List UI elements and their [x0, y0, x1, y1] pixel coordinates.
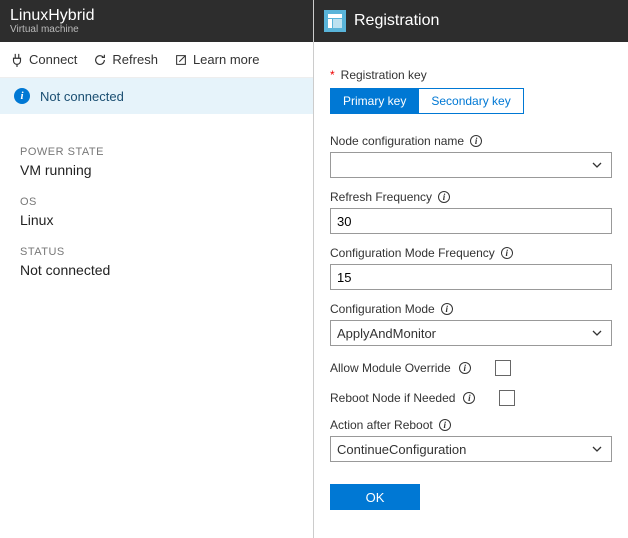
- action-after-reboot-value: ContinueConfiguration: [337, 442, 466, 457]
- os-value: Linux: [20, 212, 293, 228]
- vm-blade-header: LinuxHybrid Virtual machine: [0, 0, 313, 42]
- info-icon[interactable]: i: [470, 135, 482, 147]
- allow-override-checkbox[interactable]: [495, 360, 511, 376]
- refresh-label: Refresh: [112, 52, 158, 67]
- learn-more-label: Learn more: [193, 52, 259, 67]
- required-marker: *: [330, 68, 335, 82]
- action-after-reboot-label: Action after Reboot i: [330, 418, 612, 432]
- action-after-reboot-select[interactable]: ContinueConfiguration: [330, 436, 612, 462]
- vm-title: LinuxHybrid: [10, 7, 94, 25]
- reboot-label: Reboot Node if Needed: [330, 391, 455, 405]
- config-mode-label: Configuration Mode i: [330, 302, 612, 316]
- reboot-checkbox[interactable]: [499, 390, 515, 406]
- status-label: STATUS: [20, 246, 293, 258]
- os-label: OS: [20, 196, 293, 208]
- registration-title: Registration: [354, 12, 439, 30]
- notice-text: Not connected: [40, 89, 124, 104]
- plug-icon: [10, 53, 24, 67]
- chevron-down-icon: [591, 159, 603, 171]
- vm-blade: LinuxHybrid Virtual machine Connect Refr…: [0, 0, 314, 538]
- info-icon[interactable]: i: [441, 303, 453, 315]
- status-value: Not connected: [20, 262, 293, 278]
- node-config-label: Node configuration name i: [330, 134, 612, 148]
- header-title-block: LinuxHybrid Virtual machine: [10, 7, 94, 36]
- info-icon[interactable]: i: [463, 392, 475, 404]
- secondary-key-button[interactable]: Secondary key: [418, 89, 522, 113]
- refresh-frequency-input[interactable]: [330, 208, 612, 234]
- registration-blade: Registration * Registration key Primary …: [314, 0, 628, 538]
- refresh-frequency-label: Refresh Frequency i: [330, 190, 612, 204]
- connection-notice: i Not connected: [0, 78, 313, 114]
- allow-override-row: Allow Module Override i: [330, 360, 612, 376]
- node-config-select[interactable]: [330, 152, 612, 178]
- config-mode-frequency-input[interactable]: [330, 264, 612, 290]
- registration-header: Registration: [314, 0, 628, 42]
- vm-body: POWER STATE VM running OS Linux STATUS N…: [0, 114, 313, 538]
- primary-key-button[interactable]: Primary key: [331, 89, 418, 113]
- info-icon[interactable]: i: [501, 247, 513, 259]
- external-link-icon: [174, 53, 188, 67]
- vm-toolbar: Connect Refresh Learn more: [0, 42, 313, 78]
- vm-subtitle: Virtual machine: [10, 24, 94, 35]
- registration-key-label: * Registration key: [330, 68, 612, 82]
- power-state-value: VM running: [20, 162, 293, 178]
- info-icon[interactable]: i: [438, 191, 450, 203]
- connect-label: Connect: [29, 52, 77, 67]
- config-mode-value: ApplyAndMonitor: [337, 326, 436, 341]
- chevron-down-icon: [591, 327, 603, 339]
- info-icon[interactable]: i: [439, 419, 451, 431]
- registration-key-segment: Primary key Secondary key: [330, 88, 524, 114]
- learn-more-link[interactable]: Learn more: [174, 52, 259, 67]
- info-icon[interactable]: i: [459, 362, 471, 374]
- chevron-down-icon: [591, 443, 603, 455]
- config-mode-frequency-label: Configuration Mode Frequency i: [330, 246, 612, 260]
- registration-body: * Registration key Primary key Secondary…: [314, 42, 628, 538]
- info-icon: i: [14, 88, 30, 104]
- ok-button[interactable]: OK: [330, 484, 420, 510]
- config-mode-select[interactable]: ApplyAndMonitor: [330, 320, 612, 346]
- connect-button[interactable]: Connect: [10, 52, 77, 67]
- refresh-button[interactable]: Refresh: [93, 52, 158, 67]
- power-state-label: POWER STATE: [20, 146, 293, 158]
- refresh-icon: [93, 53, 107, 67]
- blade-icon: [324, 10, 346, 32]
- reboot-row: Reboot Node if Needed i: [330, 390, 612, 406]
- allow-override-label: Allow Module Override: [330, 361, 451, 375]
